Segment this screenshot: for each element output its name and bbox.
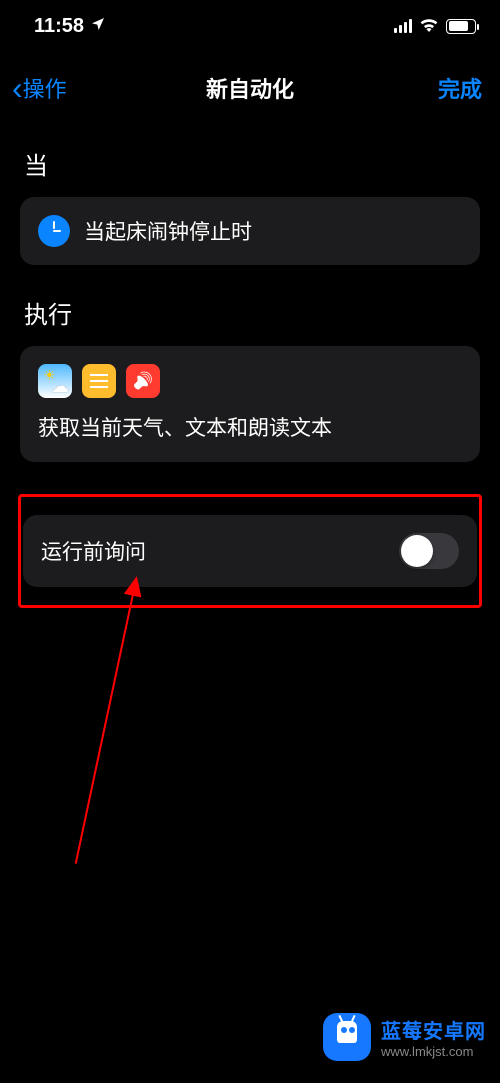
when-trigger-text: 当起床闹钟停止时: [84, 216, 252, 246]
annotation-arrow: [75, 580, 137, 864]
exec-actions-card[interactable]: 获取当前天气、文本和朗读文本: [20, 346, 480, 462]
ask-before-run-row[interactable]: 运行前询问: [23, 515, 477, 587]
when-trigger-card[interactable]: 当起床闹钟停止时: [20, 197, 480, 265]
watermark: 蓝莓安卓网 www.lmkjst.com: [323, 1013, 486, 1061]
clock-icon: [38, 215, 70, 247]
toggle-label: 运行前询问: [41, 536, 146, 566]
watermark-text: 蓝莓安卓网 www.lmkjst.com: [381, 1015, 486, 1059]
back-label: 操作: [23, 72, 67, 104]
page-title: 新自动化: [206, 72, 294, 104]
annotation-highlight: 运行前询问: [18, 494, 482, 608]
status-time-area: 11:58: [34, 15, 106, 38]
text-icon: [82, 364, 116, 398]
location-icon: [90, 16, 106, 37]
chevron-left-icon: ‹: [12, 80, 23, 96]
battery-icon: [446, 19, 476, 34]
speak-icon: [126, 364, 160, 398]
watermark-logo-icon: [323, 1013, 371, 1061]
wifi-icon: [419, 16, 439, 37]
when-section-label: 当: [24, 146, 480, 181]
exec-section-label: 执行: [24, 295, 480, 330]
back-button[interactable]: ‹ 操作: [12, 72, 67, 104]
nav-bar: ‹ 操作 新自动化 完成: [0, 48, 500, 124]
watermark-title: 蓝莓安卓网: [381, 1015, 486, 1044]
status-time: 11:58: [34, 15, 84, 38]
action-icons-row: [38, 364, 462, 398]
content-area: 当 当起床闹钟停止时 执行 获取当前天气、文本和朗读文本 运行前询问: [0, 124, 500, 616]
done-button[interactable]: 完成: [438, 72, 482, 104]
exec-summary-text: 获取当前天气、文本和朗读文本: [38, 412, 462, 442]
status-indicators: [394, 16, 476, 37]
status-bar: 11:58: [0, 0, 500, 48]
watermark-url: www.lmkjst.com: [381, 1044, 486, 1059]
toggle-knob: [401, 535, 433, 567]
weather-icon: [38, 364, 72, 398]
cellular-icon: [394, 19, 412, 33]
ask-before-run-toggle[interactable]: [399, 533, 459, 569]
